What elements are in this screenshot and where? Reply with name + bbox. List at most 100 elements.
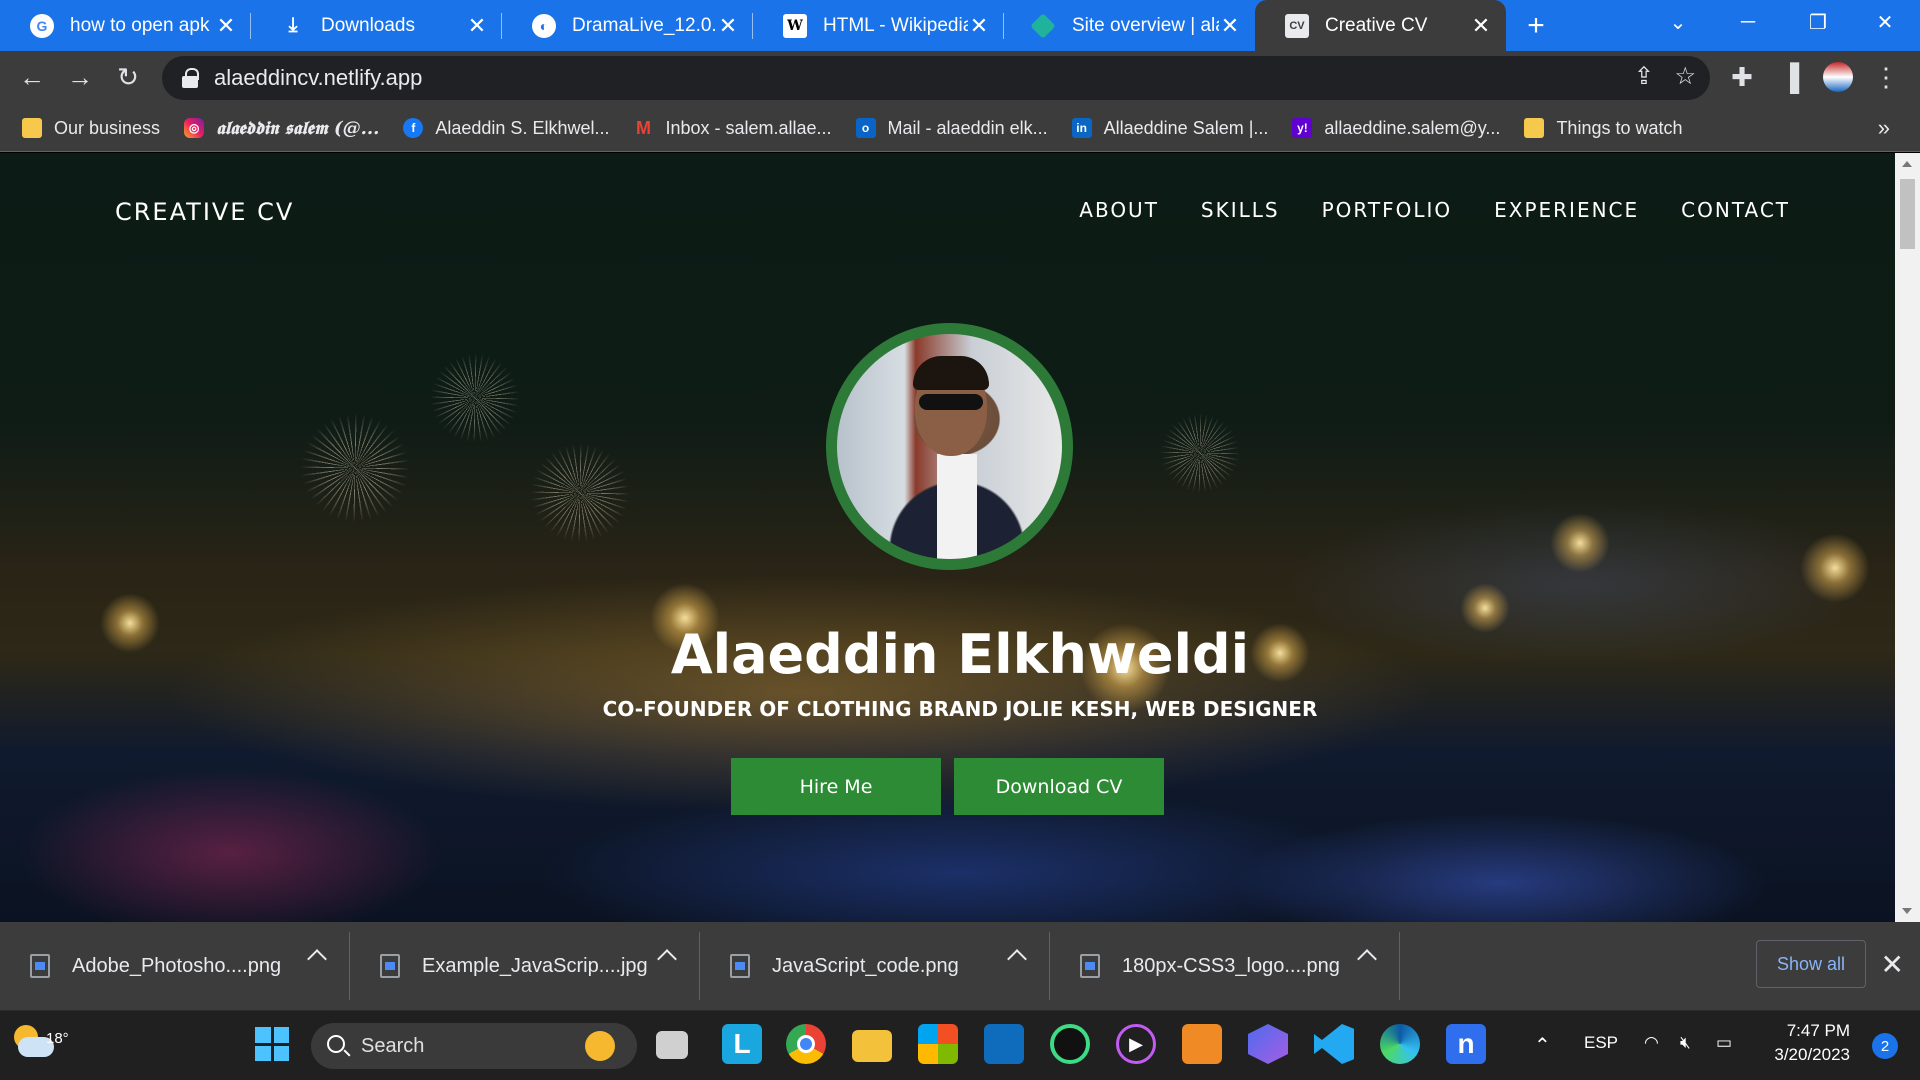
chevron-up-icon[interactable]: [657, 949, 677, 969]
notes-app-icon[interactable]: n: [1446, 1024, 1486, 1064]
search-icon: [327, 1035, 345, 1053]
launcher-l-icon[interactable]: L: [722, 1024, 762, 1064]
forward-arrow-icon[interactable]: →: [62, 59, 98, 95]
download-filename: JavaScript_code.png: [772, 954, 959, 977]
nav-skills[interactable]: SKILLS: [1201, 198, 1280, 222]
scroll-up-arrow-icon[interactable]: [1902, 161, 1912, 167]
tab-title: Site overview | alae: [1072, 14, 1219, 36]
tab-creative-cv[interactable]: CV Creative CV ✕: [1255, 0, 1506, 51]
chevron-up-icon[interactable]: [1007, 949, 1027, 969]
download-filename: 180px-CSS3_logo....png: [1122, 954, 1340, 977]
hire-me-button[interactable]: Hire Me: [731, 758, 941, 815]
bookmark-instagram[interactable]: ◎ 𝖆𝖑𝖆𝖊𝖉𝖉𝖎𝖓 𝖘𝖆𝖑𝖊𝖒 (@...: [184, 118, 379, 139]
scrollbar-thumb[interactable]: [1900, 179, 1915, 249]
tab-dramalive[interactable]: ◐ DramaLive_12.0.0 ✕: [502, 0, 753, 51]
task-view-icon[interactable]: [656, 1031, 688, 1059]
tab-downloads[interactable]: ⤓ Downloads ✕: [251, 0, 502, 51]
share-icon[interactable]: ⇪: [1634, 62, 1654, 91]
more-bookmarks-chevron[interactable]: »: [1878, 115, 1890, 141]
avatar-shirt: [937, 454, 977, 559]
show-all-downloads-button[interactable]: Show all: [1756, 940, 1866, 988]
outlook-icon: o: [855, 118, 876, 138]
bookmark-things-to-watch[interactable]: Things to watch: [1524, 117, 1683, 139]
media-player-icon[interactable]: ▶: [1116, 1024, 1156, 1064]
hero-name: Alaeddin Elkhweldi: [670, 623, 1250, 686]
nav-about[interactable]: ABOUT: [1079, 198, 1159, 222]
nav-contact[interactable]: CONTACT: [1681, 198, 1790, 222]
language-indicator[interactable]: ESP: [1584, 1033, 1618, 1053]
bookmark-our-business[interactable]: Our business: [22, 118, 160, 139]
battery-icon[interactable]: ▭: [1716, 1033, 1732, 1053]
lock-icon: [182, 68, 199, 88]
facebook-icon: f: [403, 118, 424, 138]
back-arrow-icon[interactable]: ←: [14, 59, 50, 95]
bookmark-star-icon[interactable]: ☆: [1674, 62, 1696, 91]
webpage-hero: CREATIVE CV ABOUT SKILLS PORTFOLIO EXPER…: [0, 153, 1920, 922]
firework-decoration: [300, 413, 410, 523]
close-tab-icon[interactable]: ✕: [466, 14, 488, 37]
file-explorer-icon[interactable]: [852, 1030, 892, 1062]
firework-decoration: [1160, 413, 1240, 493]
side-panel-icon[interactable]: ▐: [1772, 59, 1808, 95]
tab-search-icon[interactable]: ⌄: [1643, 0, 1713, 44]
close-tab-icon[interactable]: ✕: [1219, 14, 1241, 37]
address-bar[interactable]: alaeddincv.netlify.app ⇪ ☆: [162, 56, 1710, 100]
profile-avatar-icon[interactable]: [1820, 59, 1856, 95]
download-item[interactable]: Adobe_Photosho....png: [0, 922, 350, 1010]
site-brand[interactable]: CREATIVE CV: [115, 198, 294, 226]
volume-muted-icon[interactable]: 🔇︎: [1680, 1033, 1691, 1053]
system-clock[interactable]: 7:47 PM 3/20/2023: [1774, 1019, 1850, 1067]
minimize-icon[interactable]: ─: [1713, 0, 1783, 44]
close-window-icon[interactable]: ✕: [1850, 0, 1920, 44]
edge-icon[interactable]: [1380, 1024, 1420, 1064]
download-item[interactable]: 180px-CSS3_logo....png: [1050, 922, 1400, 1010]
clock-date: 3/20/2023: [1774, 1045, 1850, 1064]
bookmark-outlook[interactable]: o Mail - alaeddin elk...: [855, 118, 1048, 139]
download-cv-button[interactable]: Download CV: [954, 758, 1164, 815]
instagram-icon: ◎: [184, 118, 205, 138]
page-scrollbar[interactable]: [1895, 153, 1920, 922]
bookmark-gmail[interactable]: M Inbox - salem.allae...: [633, 118, 832, 139]
nav-experience[interactable]: EXPERIENCE: [1494, 198, 1639, 222]
close-tab-icon[interactable]: ✕: [968, 14, 990, 37]
download-item[interactable]: Example_JavaScrip....jpg: [350, 922, 700, 1010]
weather-widget[interactable]: 18°: [12, 1023, 69, 1067]
download-item[interactable]: JavaScript_code.png: [700, 922, 1050, 1010]
restore-icon[interactable]: ❐: [1783, 0, 1853, 44]
chrome-icon[interactable]: [786, 1024, 826, 1064]
bookmark-linkedin[interactable]: in Allaeddine Salem |...: [1071, 118, 1268, 139]
windows-start-icon[interactable]: [252, 1024, 292, 1064]
chevron-up-icon[interactable]: [307, 949, 327, 969]
taskbar-search[interactable]: Search: [311, 1023, 637, 1069]
image-file-icon: [380, 954, 400, 978]
new-tab-button[interactable]: +: [1506, 0, 1566, 51]
tab-netlify[interactable]: Site overview | alae ✕: [1004, 0, 1255, 51]
menu-kebab-icon[interactable]: ⋮: [1868, 59, 1904, 95]
microsoft-store-icon[interactable]: [918, 1024, 958, 1064]
tab-google-search[interactable]: G how to open apk fil ✕: [0, 0, 251, 51]
scroll-down-arrow-icon[interactable]: [1902, 908, 1912, 914]
notification-badge[interactable]: 2: [1872, 1033, 1898, 1059]
close-tab-icon[interactable]: ✕: [1470, 14, 1492, 37]
close-tab-icon[interactable]: ✕: [215, 14, 237, 37]
extensions-icon[interactable]: ✚: [1724, 59, 1760, 95]
vscode-icon[interactable]: [1314, 1024, 1354, 1064]
bookmark-yahoo[interactable]: y! allaeddine.salem@y...: [1292, 118, 1500, 139]
download-filename: Adobe_Photosho....png: [72, 954, 282, 977]
chevron-up-icon[interactable]: [1357, 949, 1377, 969]
copilot-app-icon[interactable]: [1248, 1024, 1288, 1064]
close-shelf-icon[interactable]: ✕: [1881, 948, 1904, 981]
nav-portfolio[interactable]: PORTFOLIO: [1322, 198, 1453, 222]
bookmark-facebook[interactable]: f Alaeddin S. Elkhwel...: [403, 118, 609, 139]
mail-icon[interactable]: [984, 1024, 1024, 1064]
video-app-icon[interactable]: [1182, 1024, 1222, 1064]
url-text: alaeddincv.netlify.app: [214, 65, 423, 90]
bookmark-label: Things to watch: [1556, 117, 1683, 138]
tab-wikipedia[interactable]: W HTML - Wikipedia ✕: [753, 0, 1004, 51]
media-app-icon[interactable]: [1050, 1024, 1090, 1064]
close-tab-icon[interactable]: ✕: [717, 14, 739, 37]
reload-icon[interactable]: ↻: [110, 59, 146, 95]
downloads-shelf: Adobe_Photosho....png Example_JavaScrip.…: [0, 922, 1920, 1010]
wifi-icon[interactable]: ◠: [1644, 1033, 1659, 1053]
show-hidden-icons-chevron[interactable]: ⌃: [1534, 1033, 1551, 1058]
